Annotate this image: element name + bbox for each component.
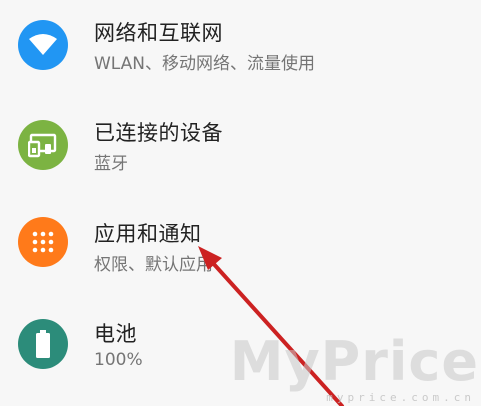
connected-devices-subtitle: 蓝牙 <box>94 154 128 174</box>
watermark-logo: MyPrice <box>229 330 479 393</box>
apps-notifications-title: 应用和通知 <box>94 222 202 246</box>
network-title: 网络和互联网 <box>94 21 223 45</box>
connected-devices-icon <box>18 120 68 170</box>
battery-title: 电池 <box>94 322 137 346</box>
battery-icon <box>18 319 68 369</box>
settings-item-apps-notifications[interactable]: 应用和通知 权限、默认应用 <box>0 200 481 300</box>
watermark-url: myprice.com.cn <box>326 391 475 404</box>
apps-notifications-subtitle: 权限、默认应用 <box>94 255 213 275</box>
battery-subtitle: 100% <box>94 350 143 370</box>
connected-devices-title: 已连接的设备 <box>94 121 223 145</box>
settings-item-network[interactable]: 网络和互联网 WLAN、移动网络、流量使用 <box>0 0 481 100</box>
wifi-icon <box>18 20 68 70</box>
apps-grid-icon <box>18 217 68 267</box>
settings-item-connected-devices[interactable]: 已连接的设备 蓝牙 <box>0 100 481 200</box>
network-subtitle: WLAN、移动网络、流量使用 <box>94 54 316 74</box>
